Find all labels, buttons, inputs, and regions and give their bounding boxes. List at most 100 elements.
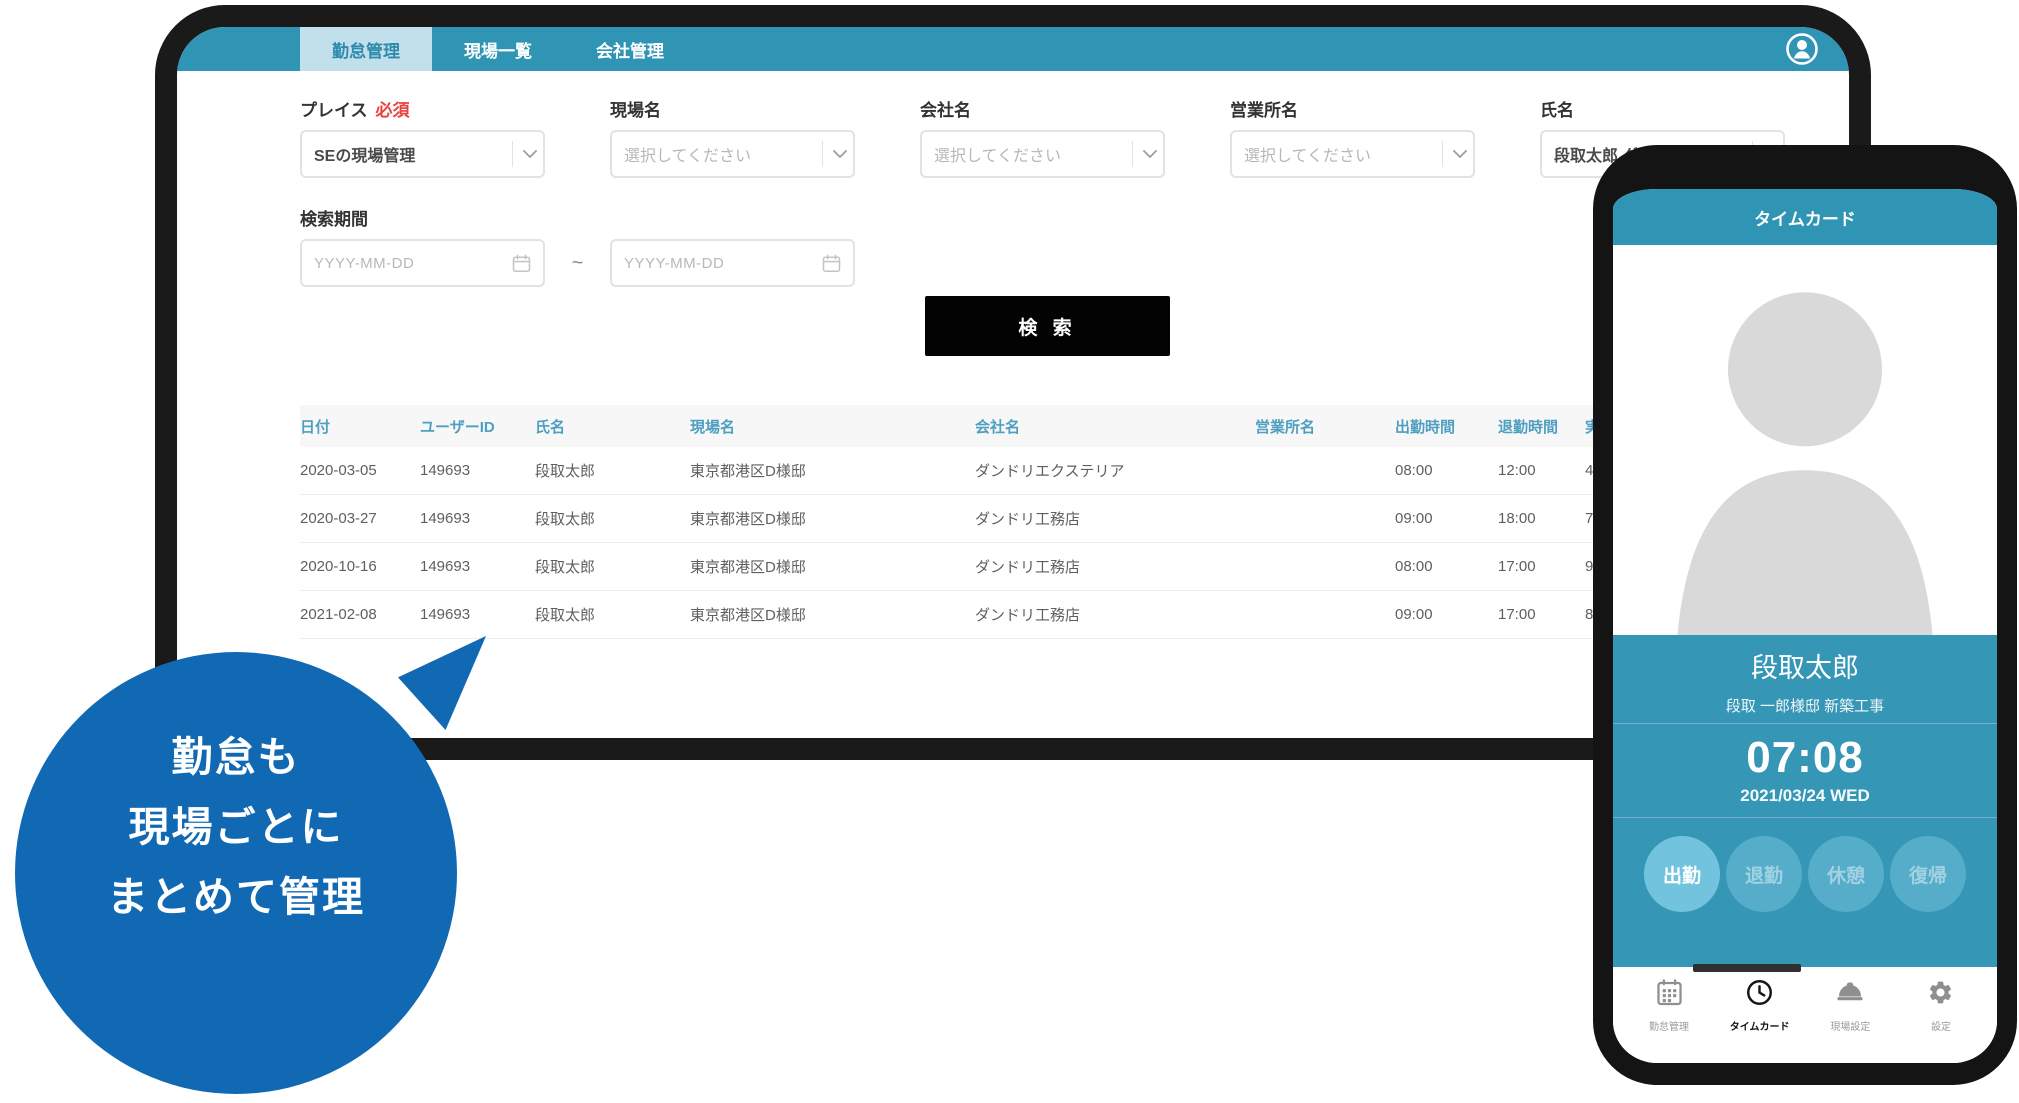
phone-mockup: タイムカード 段取太郎 段取 一郎様邸 新築工事 07:08 2021/03/2… bbox=[1593, 145, 2017, 1085]
filter-company-label: 会社名 bbox=[920, 96, 1165, 121]
table-header-cell: 会社名 bbox=[975, 416, 1255, 437]
filter-row: プレイス必須 SEの現場管理 現場名 選択してください bbox=[300, 96, 1785, 178]
place-select-value: SEの現場管理 bbox=[314, 142, 502, 166]
nav-item-attendance[interactable]: 勤怠管理 bbox=[1637, 979, 1701, 1063]
table-cell: 17:00 bbox=[1498, 606, 1585, 623]
bubble-line: まとめて管理 bbox=[15, 862, 457, 932]
date-from-input[interactable]: YYYY-MM-DD bbox=[300, 239, 545, 287]
required-badge: 必須 bbox=[376, 101, 410, 120]
table-cell: 東京都港区D様邸 bbox=[690, 604, 975, 625]
filter-name-label: 氏名 bbox=[1540, 96, 1785, 121]
speech-bubble-text: 勤怠も 現場ごとに まとめて管理 bbox=[15, 722, 457, 932]
filter-company: 会社名 選択してください bbox=[920, 96, 1165, 178]
company-select-placeholder: 選択してください bbox=[934, 142, 1122, 166]
table-header-cell: 現場名 bbox=[690, 416, 975, 437]
table-cell: 149693 bbox=[420, 510, 535, 527]
divider bbox=[1442, 141, 1443, 167]
table-cell: 段取太郎 bbox=[535, 460, 690, 481]
table-cell: 2020-10-16 bbox=[300, 558, 420, 575]
table-cell: 08:00 bbox=[1395, 558, 1498, 575]
filter-site-label: 現場名 bbox=[610, 96, 855, 121]
tab-company-management[interactable]: 会社管理 bbox=[564, 27, 696, 71]
table-cell: ダンドリ工務店 bbox=[975, 604, 1255, 625]
table-cell: 09:00 bbox=[1395, 510, 1498, 527]
table-cell: 東京都港区D様邸 bbox=[690, 508, 975, 529]
site-select[interactable]: 選択してください bbox=[610, 130, 855, 178]
phone-app-title: タイムカード bbox=[1754, 205, 1856, 230]
search-button[interactable]: 検 索 bbox=[925, 296, 1170, 356]
phone-app-header: タイムカード bbox=[1613, 189, 1997, 245]
divider bbox=[1132, 141, 1133, 167]
phone-clock-time: 07:08 bbox=[1613, 734, 1997, 782]
phone-screen: タイムカード 段取太郎 段取 一郎様邸 新築工事 07:08 2021/03/2… bbox=[1613, 189, 1997, 1063]
gear-icon bbox=[1927, 979, 1954, 1011]
nav-item-site-settings[interactable]: 現場設定 bbox=[1818, 979, 1882, 1063]
punch-in-button[interactable]: 出勤 bbox=[1644, 836, 1720, 912]
active-tab-indicator bbox=[1693, 964, 1801, 972]
table-cell: 149693 bbox=[420, 606, 535, 623]
table-cell: 段取太郎 bbox=[535, 556, 690, 577]
date-to-input[interactable]: YYYY-MM-DD bbox=[610, 239, 855, 287]
chevron-down-icon bbox=[1143, 150, 1157, 159]
place-select[interactable]: SEの現場管理 bbox=[300, 130, 545, 178]
table-cell: 東京都港区D様邸 bbox=[690, 556, 975, 577]
divider bbox=[822, 141, 823, 167]
date-to-placeholder: YYYY-MM-DD bbox=[624, 255, 822, 272]
office-select[interactable]: 選択してください bbox=[1230, 130, 1475, 178]
filter-office: 営業所名 選択してください bbox=[1230, 96, 1475, 178]
table-cell: 17:00 bbox=[1498, 558, 1585, 575]
tab-site-list[interactable]: 現場一覧 bbox=[432, 27, 564, 71]
table-header-cell: 日付 bbox=[300, 416, 420, 437]
clock-icon bbox=[1746, 979, 1773, 1011]
calendar-icon[interactable] bbox=[512, 254, 531, 273]
phone-info-panel: 段取太郎 段取 一郎様邸 新築工事 07:08 2021/03/24 WED 出… bbox=[1613, 635, 1997, 967]
phone-clock-date: 2021/03/24 WED bbox=[1613, 786, 1997, 806]
nav-item-timecard[interactable]: タイムカード bbox=[1728, 979, 1792, 1063]
table-header-cell: 氏名 bbox=[535, 416, 690, 437]
search-period-label: 検索期間 bbox=[300, 205, 855, 230]
bubble-line: 現場ごとに bbox=[15, 792, 457, 862]
return-button[interactable]: 復帰 bbox=[1890, 836, 1966, 912]
chevron-down-icon bbox=[1453, 150, 1467, 159]
filter-site: 現場名 選択してください bbox=[610, 96, 855, 178]
hard-hat-icon bbox=[1836, 979, 1864, 1011]
nav-label: 勤怠管理 bbox=[1649, 1018, 1689, 1033]
search-period-row: YYYY-MM-DD ~ YYYY-MM-DD bbox=[300, 239, 855, 287]
table-header-cell: ユーザーID bbox=[420, 416, 535, 437]
top-nav-bar: 勤怠管理 現場一覧 会社管理 bbox=[177, 27, 1849, 71]
table-cell: 2021-02-08 bbox=[300, 606, 420, 623]
nav-item-settings[interactable]: 設定 bbox=[1909, 979, 1973, 1063]
punch-out-button[interactable]: 退勤 bbox=[1726, 836, 1802, 912]
tab-attendance-management[interactable]: 勤怠管理 bbox=[300, 27, 432, 71]
filter-place-label: プレイス必須 bbox=[300, 96, 545, 121]
table-cell: ダンドリエクステリア bbox=[975, 460, 1255, 481]
table-cell: 2020-03-27 bbox=[300, 510, 420, 527]
phone-user-name: 段取太郎 bbox=[1613, 651, 1997, 685]
table-cell: 東京都港区D様邸 bbox=[690, 460, 975, 481]
calendar-icon bbox=[1656, 979, 1683, 1011]
calendar-icon[interactable] bbox=[822, 254, 841, 273]
bubble-line: 勤怠も bbox=[15, 722, 457, 792]
table-cell: 12:00 bbox=[1498, 462, 1585, 479]
table-header-cell: 出勤時間 bbox=[1395, 416, 1498, 437]
period-separator: ~ bbox=[545, 252, 610, 275]
search-period: 検索期間 YYYY-MM-DD ~ YYYY-MM-DD bbox=[300, 205, 855, 287]
user-avatar-icon[interactable] bbox=[1785, 32, 1819, 66]
phone-site-name: 段取 一郎様邸 新築工事 bbox=[1613, 695, 1997, 716]
table-header-cell: 退勤時間 bbox=[1498, 416, 1585, 437]
table-cell: 08:00 bbox=[1395, 462, 1498, 479]
table-cell: 2020-03-05 bbox=[300, 462, 420, 479]
nav-label: タイムカード bbox=[1730, 1018, 1790, 1033]
phone-clock-block: 07:08 2021/03/24 WED bbox=[1613, 723, 1997, 817]
nav-label: 設定 bbox=[1931, 1018, 1951, 1033]
company-select[interactable]: 選択してください bbox=[920, 130, 1165, 178]
break-button[interactable]: 休憩 bbox=[1808, 836, 1884, 912]
divider bbox=[512, 141, 513, 167]
page: 勤怠管理 現場一覧 会社管理 プレイス必須 SEの現場管理 bbox=[0, 0, 2019, 1103]
label-text: プレイス bbox=[300, 101, 368, 120]
table-cell: ダンドリ工務店 bbox=[975, 508, 1255, 529]
person-silhouette-icon bbox=[1613, 245, 1997, 635]
table-cell: 09:00 bbox=[1395, 606, 1498, 623]
chevron-down-icon bbox=[523, 150, 537, 159]
phone-user-block: 段取太郎 段取 一郎様邸 新築工事 bbox=[1613, 635, 1997, 723]
